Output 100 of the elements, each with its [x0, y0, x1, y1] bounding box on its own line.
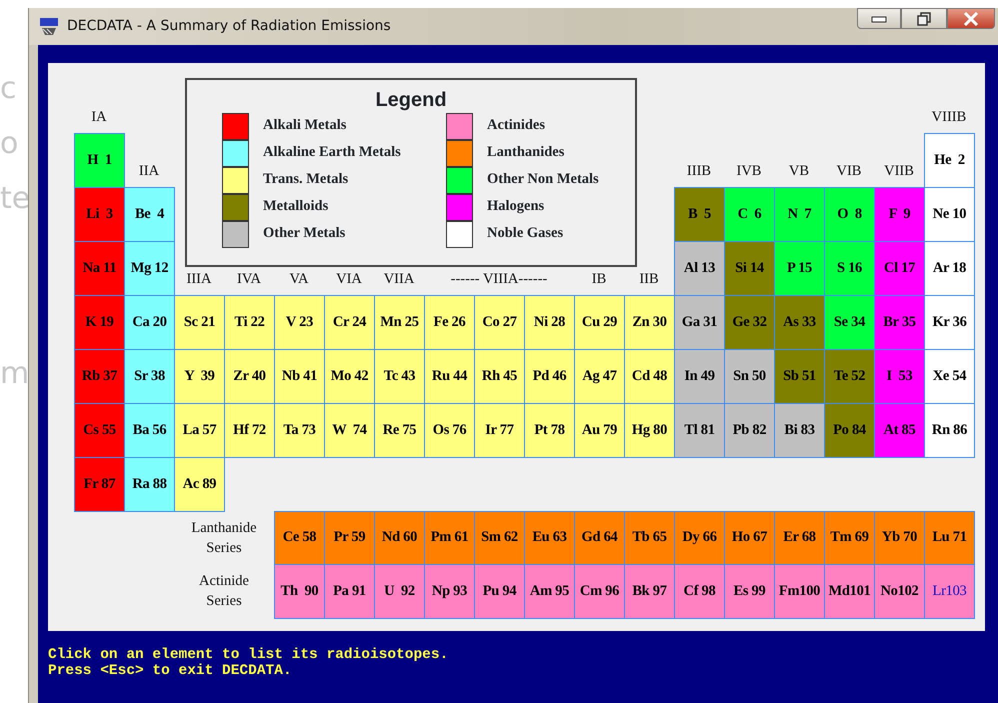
close-button[interactable] — [947, 8, 995, 29]
element-cell[interactable]: Zr 40 — [224, 349, 275, 404]
element-cell[interactable]: Nd 60 — [374, 511, 425, 565]
element-cell[interactable]: Bk 97 — [624, 564, 675, 619]
element-cell[interactable]: Mg 12 — [124, 241, 175, 296]
element-cell[interactable]: Pd 46 — [524, 349, 575, 404]
element-cell[interactable]: Be 4 — [124, 187, 175, 242]
element-cell[interactable]: Cr 24 — [324, 295, 375, 350]
element-cell[interactable]: Xe 54 — [924, 349, 975, 404]
element-cell[interactable]: Mo 42 — [324, 349, 375, 404]
element-cell[interactable]: Ba 56 — [124, 403, 175, 458]
element-cell[interactable]: Pr 59 — [324, 511, 375, 565]
element-cell[interactable]: La 57 — [174, 403, 225, 458]
element-cell[interactable]: Ar 18 — [924, 241, 975, 296]
element-cell[interactable]: Au 79 — [574, 403, 625, 458]
element-cell[interactable]: Th 90 — [274, 564, 325, 619]
element-cell[interactable]: Md101 — [824, 564, 875, 619]
element-cell[interactable]: H 1 — [74, 133, 125, 188]
element-cell[interactable]: Hf 72 — [224, 403, 275, 458]
element-cell[interactable]: Se 34 — [824, 295, 875, 350]
element-cell[interactable]: B 5 — [674, 187, 725, 242]
element-cell[interactable]: Pb 82 — [724, 403, 775, 458]
element-cell[interactable]: Lu 71 — [924, 511, 975, 565]
element-cell[interactable]: Tl 81 — [674, 403, 725, 458]
element-cell[interactable]: Rh 45 — [474, 349, 525, 404]
element-cell[interactable]: Sc 21 — [174, 295, 225, 350]
element-cell[interactable]: At 85 — [874, 403, 925, 458]
element-cell[interactable]: Re 75 — [374, 403, 425, 458]
element-cell[interactable]: Cm 96 — [574, 564, 625, 619]
element-cell[interactable]: As 33 — [774, 295, 825, 350]
element-cell[interactable]: Sr 38 — [124, 349, 175, 404]
element-cell[interactable]: Ce 58 — [274, 511, 325, 565]
element-cell[interactable]: Cf 98 — [674, 564, 725, 619]
element-cell[interactable]: Ge 32 — [724, 295, 775, 350]
element-cell[interactable]: Sn 50 — [724, 349, 775, 404]
element-cell[interactable]: F 9 — [874, 187, 925, 242]
element-cell[interactable]: Lr103 — [924, 564, 975, 619]
element-cell[interactable]: Si 14 — [724, 241, 775, 296]
restore-button[interactable] — [901, 8, 947, 29]
element-cell[interactable]: Ga 31 — [674, 295, 725, 350]
element-cell[interactable]: Pt 78 — [524, 403, 575, 458]
element-cell[interactable]: Li 3 — [74, 187, 125, 242]
element-cell[interactable]: Ag 47 — [574, 349, 625, 404]
element-cell[interactable]: Ni 28 — [524, 295, 575, 350]
element-cell[interactable]: Np 93 — [424, 564, 475, 619]
element-cell[interactable]: O 8 — [824, 187, 875, 242]
element-cell[interactable]: Ti 22 — [224, 295, 275, 350]
element-cell[interactable]: Tc 43 — [374, 349, 425, 404]
element-cell[interactable]: Rn 86 — [924, 403, 975, 458]
element-cell[interactable]: Pm 61 — [424, 511, 475, 565]
element-cell[interactable]: Bi 83 — [774, 403, 825, 458]
minimize-button[interactable] — [857, 8, 901, 29]
element-cell[interactable]: Fm100 — [774, 564, 825, 619]
element-cell[interactable]: Rb 37 — [74, 349, 125, 404]
element-cell[interactable]: Ac 89 — [174, 457, 225, 512]
element-cell[interactable]: Na 11 — [74, 241, 125, 296]
element-cell[interactable]: Fe 26 — [424, 295, 475, 350]
element-cell[interactable]: Sb 51 — [774, 349, 825, 404]
element-cell[interactable]: He 2 — [924, 133, 975, 188]
element-cell[interactable]: Ru 44 — [424, 349, 475, 404]
element-cell[interactable]: Tb 65 — [624, 511, 675, 565]
element-cell[interactable]: Os 76 — [424, 403, 475, 458]
element-cell[interactable]: Ne 10 — [924, 187, 975, 242]
element-cell[interactable]: V 23 — [274, 295, 325, 350]
element-cell[interactable]: Po 84 — [824, 403, 875, 458]
element-cell[interactable]: Sm 62 — [474, 511, 525, 565]
element-cell[interactable]: Es 99 — [724, 564, 775, 619]
element-cell[interactable]: Mn 25 — [374, 295, 425, 350]
element-cell[interactable]: Ra 88 — [124, 457, 175, 512]
element-cell[interactable]: Te 52 — [824, 349, 875, 404]
element-cell[interactable]: U 92 — [374, 564, 425, 619]
element-cell[interactable]: I 53 — [874, 349, 925, 404]
element-cell[interactable]: Al 13 — [674, 241, 725, 296]
element-cell[interactable]: In 49 — [674, 349, 725, 404]
element-cell[interactable]: Ta 73 — [274, 403, 325, 458]
element-cell[interactable]: Ir 77 — [474, 403, 525, 458]
element-cell[interactable]: W 74 — [324, 403, 375, 458]
element-cell[interactable]: Er 68 — [774, 511, 825, 565]
element-cell[interactable]: Fr 87 — [74, 457, 125, 512]
element-cell[interactable]: Ho 67 — [724, 511, 775, 565]
element-cell[interactable]: Yb 70 — [874, 511, 925, 565]
element-cell[interactable]: Am 95 — [524, 564, 575, 619]
element-cell[interactable]: Y 39 — [174, 349, 225, 404]
element-cell[interactable]: Cl 17 — [874, 241, 925, 296]
element-cell[interactable]: Eu 63 — [524, 511, 575, 565]
element-cell[interactable]: C 6 — [724, 187, 775, 242]
element-cell[interactable]: K 19 — [74, 295, 125, 350]
element-cell[interactable]: Kr 36 — [924, 295, 975, 350]
element-cell[interactable]: Cu 29 — [574, 295, 625, 350]
element-cell[interactable]: Cd 48 — [624, 349, 675, 404]
element-cell[interactable]: Gd 64 — [574, 511, 625, 565]
element-cell[interactable]: Co 27 — [474, 295, 525, 350]
element-cell[interactable]: Br 35 — [874, 295, 925, 350]
element-cell[interactable]: Hg 80 — [624, 403, 675, 458]
element-cell[interactable]: Pa 91 — [324, 564, 375, 619]
element-cell[interactable]: Zn 30 — [624, 295, 675, 350]
element-cell[interactable]: Pu 94 — [474, 564, 525, 619]
element-cell[interactable]: Tm 69 — [824, 511, 875, 565]
element-cell[interactable]: Ca 20 — [124, 295, 175, 350]
element-cell[interactable]: N 7 — [774, 187, 825, 242]
